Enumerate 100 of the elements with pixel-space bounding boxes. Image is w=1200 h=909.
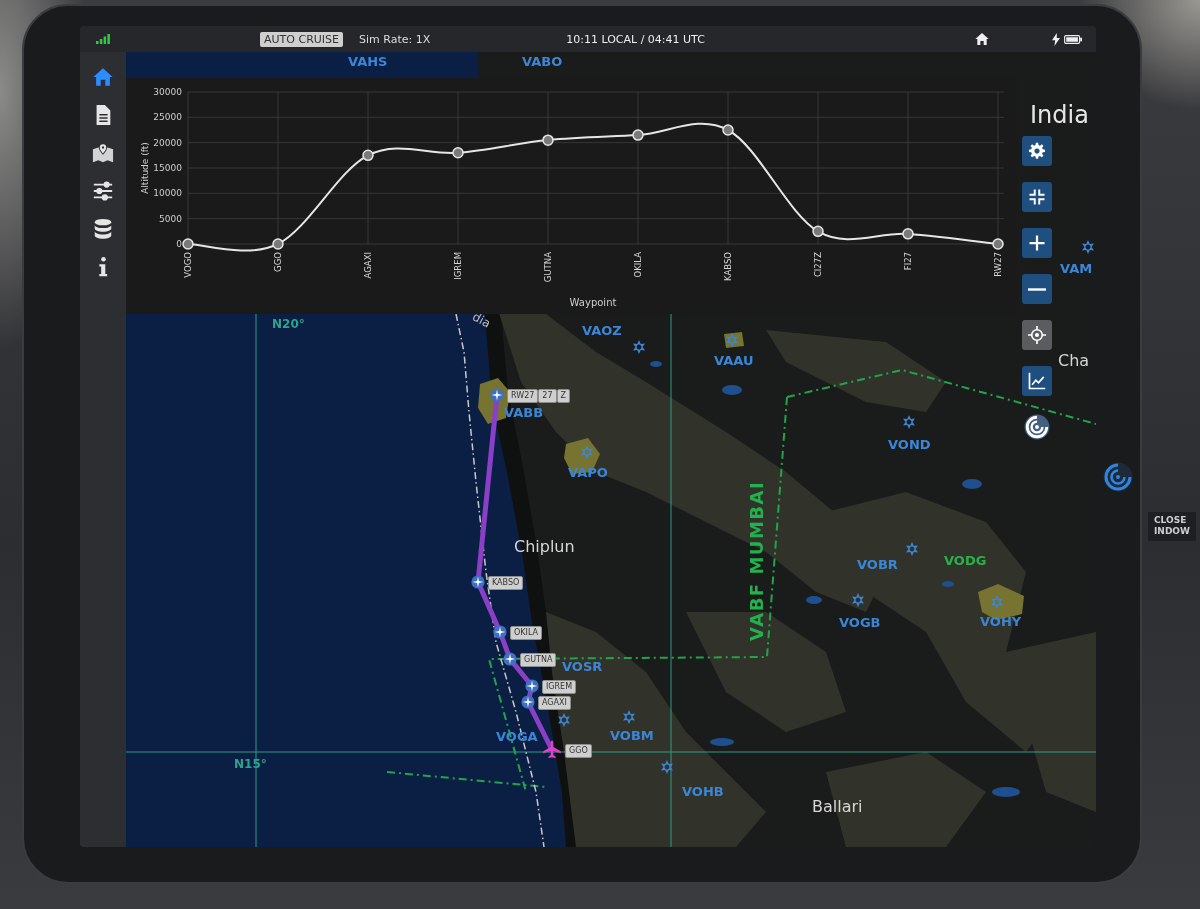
settings-button[interactable] xyxy=(1022,136,1052,166)
data-point xyxy=(542,134,554,146)
data-point xyxy=(722,124,734,136)
waypoint-tag: KABSO xyxy=(488,576,524,590)
x-tick-label: RW27 xyxy=(993,252,1003,277)
data-point xyxy=(632,129,644,141)
waypoint-tag: OKILA xyxy=(510,626,542,640)
city-name: Ballari xyxy=(812,798,863,816)
x-tick-label: KABSO xyxy=(723,252,733,281)
x-axis-title: Waypoint xyxy=(569,297,617,308)
waypoint-icon xyxy=(525,679,539,693)
zoom-in-button[interactable] xyxy=(1022,228,1052,258)
border-label: dia xyxy=(470,310,493,331)
placard-text: INDOW xyxy=(1154,526,1190,537)
latitude-label: N20° xyxy=(272,318,305,332)
compress-arrows-icon xyxy=(1028,188,1046,206)
airport-code: VABB xyxy=(504,406,544,421)
airfield-code: VODG xyxy=(944,554,987,569)
home-icon xyxy=(92,66,114,88)
lake xyxy=(992,787,1020,797)
data-point xyxy=(812,225,824,238)
latitude-label: N15° xyxy=(234,758,267,772)
waypoint-icon xyxy=(521,695,535,709)
waypoint-tag: RW27 xyxy=(507,389,539,403)
airport-icon xyxy=(905,542,919,556)
airport-code: VOND xyxy=(888,438,931,453)
airport-code: VOBM xyxy=(610,729,654,744)
airport-icon xyxy=(990,595,1004,609)
placard-text: CLOSE xyxy=(1154,516,1188,526)
sliders-icon xyxy=(92,180,114,202)
battery-icon xyxy=(1064,34,1082,44)
database-icon xyxy=(92,218,114,240)
y-tick-label: 20000 xyxy=(153,137,182,148)
x-tick-label: VOGO xyxy=(183,252,193,278)
airport-code: VOHY xyxy=(980,615,1022,630)
airport-icon xyxy=(851,593,865,607)
airport-icon xyxy=(580,445,594,459)
airport-code: VOBR xyxy=(857,558,898,573)
waypoint-tag: GGO xyxy=(565,744,592,758)
airport-code: VAM xyxy=(1060,262,1093,277)
zoom-out-button[interactable] xyxy=(1022,274,1052,304)
crosshair-icon xyxy=(1028,326,1046,344)
waypoint-tag: IGREM xyxy=(542,680,577,694)
y-tick-label: 30000 xyxy=(153,87,182,97)
airport-icon xyxy=(725,333,739,347)
lake xyxy=(942,581,954,587)
plus-icon xyxy=(1028,234,1046,252)
airport-icon xyxy=(902,415,916,429)
lake xyxy=(722,385,742,395)
airport-code: VOHB xyxy=(682,785,724,800)
lake xyxy=(962,479,982,489)
waypoint-icon xyxy=(493,625,507,639)
x-tick-label: FI27 xyxy=(903,252,913,271)
airspace-name: VABF MUMBAI xyxy=(747,480,767,641)
y-axis-title: Altitude (ft) xyxy=(140,142,150,194)
bolt-icon xyxy=(1052,32,1060,46)
airport-code: VOSR xyxy=(562,660,603,675)
swirl-logo-icon xyxy=(1103,462,1133,492)
chart-button[interactable] xyxy=(1022,366,1052,396)
x-tick-label: GUTNA xyxy=(543,252,553,283)
airport-code: VAAU xyxy=(714,354,754,369)
data-point xyxy=(452,147,464,159)
waypoint-icon xyxy=(490,388,504,402)
x-tick-label: GGO xyxy=(273,252,283,272)
x-tick-label: CI27Z xyxy=(813,252,823,278)
x-tick-label: AGAXI xyxy=(363,252,373,279)
lake xyxy=(650,361,662,367)
airport-code: VABO xyxy=(522,55,563,70)
signal-icon xyxy=(96,34,110,44)
clock-text: 10:11 LOCAL / 04:41 UTC xyxy=(566,32,705,46)
y-tick-label: 25000 xyxy=(153,112,182,123)
country-name: India xyxy=(1030,102,1089,129)
airport-icon xyxy=(1081,240,1095,254)
airport-code: VOGA xyxy=(496,730,538,745)
data-point xyxy=(992,238,1004,250)
airport-icon xyxy=(622,710,636,724)
line-chart-icon xyxy=(1028,372,1046,390)
minus-icon xyxy=(1028,287,1046,291)
data-point xyxy=(902,228,914,240)
city-name: Cha xyxy=(1058,352,1090,370)
swirl-icon xyxy=(1024,414,1050,440)
y-tick-label: 10000 xyxy=(153,188,182,199)
airport-icon xyxy=(632,340,646,354)
collapse-button[interactable] xyxy=(1022,182,1052,212)
map-pin-icon xyxy=(92,142,114,164)
airport-icon xyxy=(557,713,571,727)
airport-code: VAHS xyxy=(348,55,388,70)
waypoint-tag: AGAXI xyxy=(538,696,571,710)
x-tick-label: OKILA xyxy=(633,252,643,278)
locate-button[interactable] xyxy=(1022,320,1052,350)
sim-rate-text: Sim Rate: 1X xyxy=(359,32,431,46)
city-name: Chiplun xyxy=(514,538,575,556)
airport-code: VAOZ xyxy=(582,324,622,339)
lake xyxy=(806,596,822,604)
home-icon[interactable] xyxy=(974,31,990,47)
airport-icon xyxy=(660,760,674,774)
swirl-button[interactable] xyxy=(1022,412,1052,442)
y-tick-label: 15000 xyxy=(153,163,182,173)
waypoint-tag: GUTNA xyxy=(520,653,557,667)
waypoint-icon xyxy=(503,652,517,666)
